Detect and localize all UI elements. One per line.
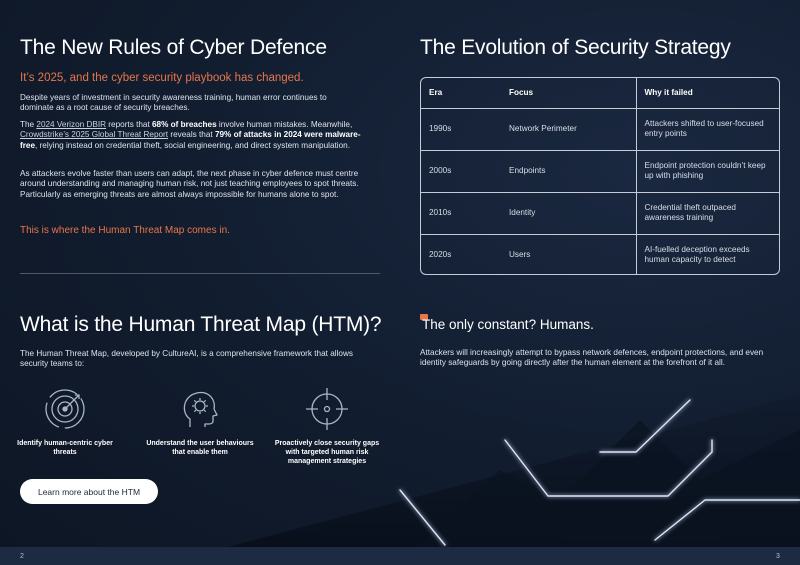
table-row: 1990s Network Perimeter Attackers shifte…: [421, 108, 779, 151]
crosshair-icon: [306, 388, 348, 430]
verizon-dbir-link[interactable]: 2024 Verizon DBIR: [36, 120, 106, 129]
text-segment: , relying instead on credential theft, s…: [35, 140, 350, 150]
cell-focus: Network Perimeter: [501, 108, 636, 151]
column-header-era: Era: [421, 78, 501, 109]
learn-more-htm-button[interactable]: Learn more about the HTM: [20, 479, 158, 504]
page-title-cyber-defence: The New Rules of Cyber Defence: [20, 36, 327, 59]
cell-era: 2020s: [429, 250, 452, 260]
stat-breaches: 68% of breaches: [152, 120, 217, 129]
table-header-row: Era Focus Why it failed: [421, 78, 779, 109]
cell-why-failed: AI-fuelled deception exceeds human capac…: [635, 234, 779, 274]
feature-label: Proactively close security gaps with tar…: [274, 440, 380, 465]
callout-htm: This is where the Human Threat Map comes…: [20, 225, 230, 236]
htm-title: What is the Human Threat Map (HTM)?: [20, 313, 382, 336]
paragraph-next-phase: As attackers evolve faster than users ca…: [20, 169, 359, 199]
evolution-table: Era Focus Why it failed 1990s Network Pe…: [420, 77, 780, 275]
table-row: 2000s Endpoints Endpoint protection coul…: [421, 150, 779, 193]
cell-era: 1990s: [421, 108, 501, 151]
evolution-title: The Evolution of Security Strategy: [420, 36, 731, 59]
subheading-playbook: It’s 2025, and the cyber security playbo…: [20, 72, 304, 84]
column-header-why-failed: Why it failed: [635, 78, 779, 109]
feature-identify-threats: Identify human-centric cyber threats: [10, 385, 120, 457]
constant-title: The only constant? Humans.: [422, 317, 594, 332]
cell-why-failed: Endpoint protection couldn’t keep up wit…: [635, 150, 779, 193]
htm-intro: The Human Threat Map, developed by Cultu…: [20, 349, 353, 369]
feature-label: Identify human-centric cyber threats: [17, 440, 113, 456]
page-number-left: 2: [20, 553, 24, 560]
text-segment: involve human mistakes. Meanwhile,: [216, 120, 353, 129]
cell-focus: Identity: [501, 192, 636, 235]
page-number-right: 3: [776, 553, 780, 560]
text-segment: The: [20, 120, 37, 129]
paragraph-human-error: Despite years of investment in security …: [20, 93, 327, 113]
text-segment: reports that: [106, 120, 152, 129]
feature-close-gaps: Proactively close security gaps with tar…: [272, 385, 382, 466]
cell-era: 2000s: [421, 150, 501, 193]
paragraph-statistics: The 2024 Verizon DBIR reports that 68% o…: [20, 120, 375, 151]
cell-focus: Users: [509, 250, 531, 260]
table-row: 2020s Users AI-fuelled deception exceeds…: [421, 234, 779, 274]
feature-understand-behaviours: Understand the user behaviours that enab…: [145, 385, 255, 457]
cell-why-failed: Credential theft outpaced awareness trai…: [635, 192, 779, 235]
head-gear-icon: [183, 391, 218, 427]
table-row: 2010s Identity Credential theft outpaced…: [421, 192, 779, 235]
section-divider: [20, 273, 380, 274]
constant-body: Attackers will increasingly attempt to b…: [420, 348, 764, 368]
column-header-focus: Focus: [501, 78, 636, 109]
feature-label: Understand the user behaviours that enab…: [146, 440, 254, 456]
cell-focus: Endpoints: [501, 150, 636, 193]
cell-why-failed: Attackers shifted to user-focused entry …: [635, 108, 779, 151]
text-segment: reveals that: [168, 130, 215, 140]
cell-era: 2010s: [421, 192, 501, 235]
footer-bar: [0, 547, 800, 565]
target-icon: [45, 389, 85, 429]
crowdstrike-report-link[interactable]: Crowdstrike’s 2025 Global Threat Report: [20, 130, 168, 139]
